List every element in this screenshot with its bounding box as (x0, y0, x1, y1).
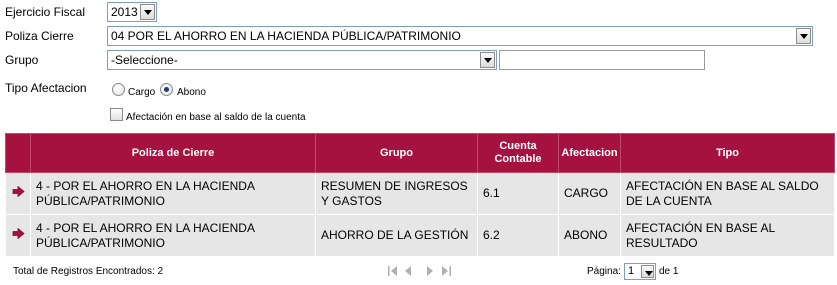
header-grupo[interactable]: Grupo (315, 133, 478, 173)
first-page-icon[interactable] (388, 266, 397, 276)
select-arrow-icon[interactable] (641, 265, 654, 278)
header-cuenta[interactable]: Cuenta Contable (477, 133, 559, 173)
poliza-label: Poliza Cierre (5, 29, 74, 43)
header-tipo[interactable]: Tipo (620, 133, 835, 173)
next-page-icon[interactable] (427, 266, 433, 276)
grupo-select-value: -Seleccione- (111, 53, 178, 67)
poliza-select[interactable]: 04 POR EL AHORRO EN LA HACIENDA PÚBLICA/… (107, 26, 813, 46)
cell-afectacion: CARGO (558, 172, 621, 215)
cell-grupo: RESUMEN DE INGRESOS Y GASTOS (315, 172, 478, 215)
row-pointer-cell[interactable] (5, 214, 31, 257)
tipo-afectacion-label: Tipo Afectacion (5, 81, 87, 95)
table-row[interactable]: 4 - POR EL AHORRO EN LA HACIENDA PÚBLICA… (5, 214, 835, 257)
radio-abono[interactable] (160, 83, 173, 96)
results-table: Poliza de Cierre Grupo Cuenta Contable A… (5, 133, 835, 257)
header-afectacion[interactable]: Afectacion (558, 133, 621, 173)
cell-cuenta: 6.2 (477, 214, 559, 257)
select-arrow-icon[interactable] (140, 4, 155, 20)
prev-page-icon[interactable] (405, 266, 411, 276)
ejercicio-select-value: 2013 (111, 5, 138, 19)
cell-poliza: 4 - POR EL AHORRO EN LA HACIENDA PÚBLICA… (30, 214, 316, 257)
saldo-checkbox-label: Afectación en base al saldo de la cuenta (126, 112, 306, 123)
last-page-icon[interactable] (442, 266, 451, 276)
ejercicio-select[interactable]: 2013 (107, 2, 157, 22)
row-pointer-icon[interactable] (12, 227, 25, 240)
radio-cargo-label: Cargo (128, 87, 156, 98)
page-select[interactable]: 1 (624, 263, 656, 280)
saldo-checkbox[interactable] (110, 108, 123, 121)
row-pointer-icon[interactable] (12, 185, 25, 198)
header-poliza[interactable]: Poliza de Cierre (30, 133, 316, 173)
pager-controls (387, 265, 457, 277)
cell-tipo: AFECTACIÓN EN BASE AL SALDO DE LA CUENTA (620, 172, 835, 215)
cell-tipo: AFECTACIÓN EN BASE AL RESULTADO (620, 214, 835, 257)
poliza-select-value: 04 POR EL AHORRO EN LA HACIENDA PÚBLICA/… (111, 29, 461, 43)
grupo-select[interactable]: -Seleccione- (107, 50, 497, 70)
header-pointer (5, 133, 31, 173)
cell-cuenta: 6.1 (477, 172, 559, 215)
cell-afectacion: ABONO (558, 214, 621, 257)
select-arrow-icon[interactable] (796, 28, 811, 44)
page-select-value: 1 (628, 265, 635, 277)
table-row[interactable]: 4 - POR EL AHORRO EN LA HACIENDA PÚBLICA… (5, 172, 835, 215)
row-pointer-cell[interactable] (5, 172, 31, 215)
radio-abono-label: Abono (177, 87, 206, 98)
grupo-label: Grupo (5, 53, 39, 67)
pagina-label: Página: (587, 266, 621, 277)
table-header-row: Poliza de Cierre Grupo Cuenta Contable A… (5, 133, 835, 173)
total-records: Total de Registros Encontrados: 2 (13, 266, 164, 277)
cell-grupo: AHORRO DE LA GESTIÓN (315, 214, 478, 257)
select-arrow-icon[interactable] (480, 52, 495, 68)
ejercicio-label: Ejercicio Fiscal (5, 5, 86, 19)
radio-cargo[interactable] (112, 83, 125, 96)
cell-poliza: 4 - POR EL AHORRO EN LA HACIENDA PÚBLICA… (30, 172, 316, 215)
page-of-text: de 1 (659, 266, 679, 277)
grupo-text-input[interactable] (499, 50, 705, 70)
